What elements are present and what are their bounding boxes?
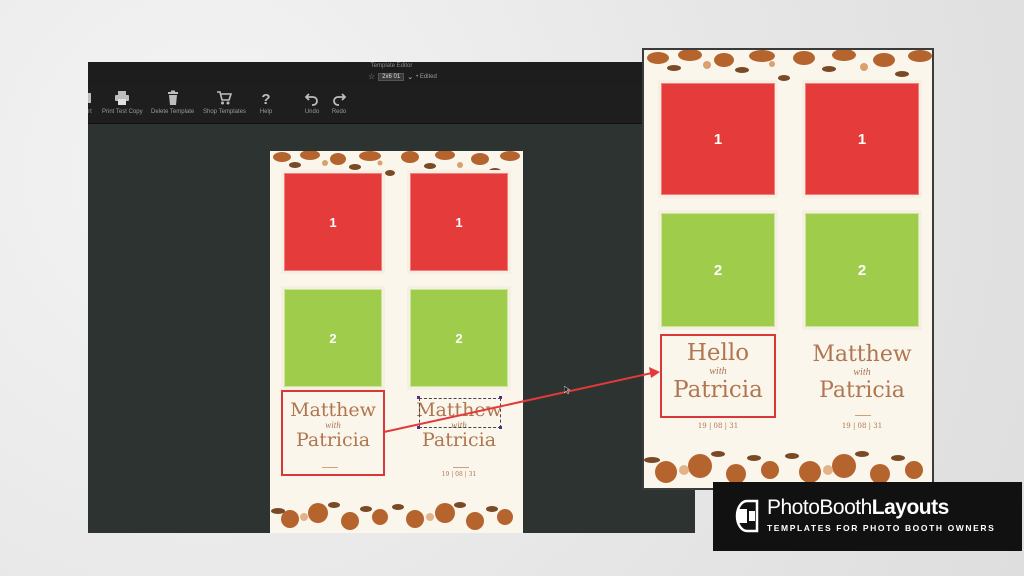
redo-button[interactable]: Redo: [331, 90, 347, 115]
selected-text-bounds[interactable]: [419, 398, 501, 428]
logo-mark-icon: [735, 499, 759, 533]
highlight-box: [281, 390, 385, 476]
undo-button[interactable]: Undo: [304, 90, 320, 115]
export-button[interactable]: rt: [88, 90, 98, 115]
resize-handle[interactable]: [417, 426, 420, 429]
photo-slot-2-left[interactable]: 2: [281, 286, 385, 390]
photo-slot-1-right[interactable]: 1: [407, 170, 511, 274]
trash-icon: [167, 90, 178, 105]
logo-tagline: TEMPLATES FOR PHOTO BOOTH OWNERS: [767, 523, 996, 533]
resize-handle[interactable]: [499, 426, 502, 429]
floral-bottom-decoration: [271, 502, 513, 530]
template-selector[interactable]: ☆ 2x6 01 ⌄ • Edited: [368, 72, 437, 81]
mouse-cursor-icon: [564, 386, 570, 394]
shop-templates-button[interactable]: Shop Templates: [203, 90, 246, 115]
undo-icon: [304, 93, 318, 106]
logo-brand: PhotoBoothLayouts: [767, 496, 949, 519]
divider: [855, 415, 871, 416]
photobooth-layouts-logo: PhotoBoothLayouts TEMPLATES FOR PHOTO BO…: [713, 482, 1022, 551]
title-bar: Template Editor ☆ 2x6 01 ⌄ • Edited: [88, 62, 695, 84]
edited-status: • Edited: [416, 73, 437, 80]
chevron-down-icon[interactable]: ⌄: [407, 73, 413, 81]
printer-icon: [115, 91, 130, 105]
preview-date-right: 19 | 08 | 31: [841, 422, 883, 430]
help-button[interactable]: ? Help: [258, 90, 274, 115]
zoomed-preview: 1 1 2 2 Hello with Patricia Matthew with…: [642, 48, 934, 490]
preview-photo-slot-2-right: 2: [802, 210, 922, 330]
preview-photo-slot-2-left: 2: [658, 210, 778, 330]
preview-photo-slot-1-right: 1: [802, 80, 922, 198]
preview-photo-slot-1-left: 1: [658, 80, 778, 198]
preview-date-left: 19 | 08 | 31: [697, 422, 739, 430]
delete-template-button[interactable]: Delete Template: [151, 90, 194, 115]
photo-slot-2-right[interactable]: 2: [407, 286, 511, 390]
export-icon: [88, 93, 91, 103]
redo-icon: [333, 93, 347, 106]
toolbar: rt Print Test Copy Delete Template Shop …: [88, 84, 695, 124]
highlight-box: [660, 334, 776, 418]
star-icon[interactable]: ☆: [368, 72, 375, 81]
floral-bottom-decoration: [644, 451, 923, 484]
date-text-right: 19 | 08 | 31: [441, 471, 477, 478]
resize-handle[interactable]: [499, 396, 502, 399]
template-editor-window: Template Editor ☆ 2x6 01 ⌄ • Edited rt P…: [88, 62, 695, 533]
template-name[interactable]: 2x6 01: [378, 72, 405, 81]
template-canvas[interactable]: 1 1 2 2 Matthew with Patricia Matthew wi…: [270, 151, 523, 533]
preview-names-right: Matthew with Patricia: [812, 342, 912, 403]
svg-text:?: ?: [261, 91, 270, 106]
help-icon: ?: [261, 91, 270, 106]
print-test-copy-button[interactable]: Print Test Copy: [102, 90, 143, 115]
cart-icon: [217, 91, 233, 105]
window-title: Template Editor: [370, 63, 413, 69]
photo-slot-1-left[interactable]: 1: [281, 170, 385, 274]
resize-handle[interactable]: [417, 396, 420, 399]
divider: [453, 467, 469, 468]
